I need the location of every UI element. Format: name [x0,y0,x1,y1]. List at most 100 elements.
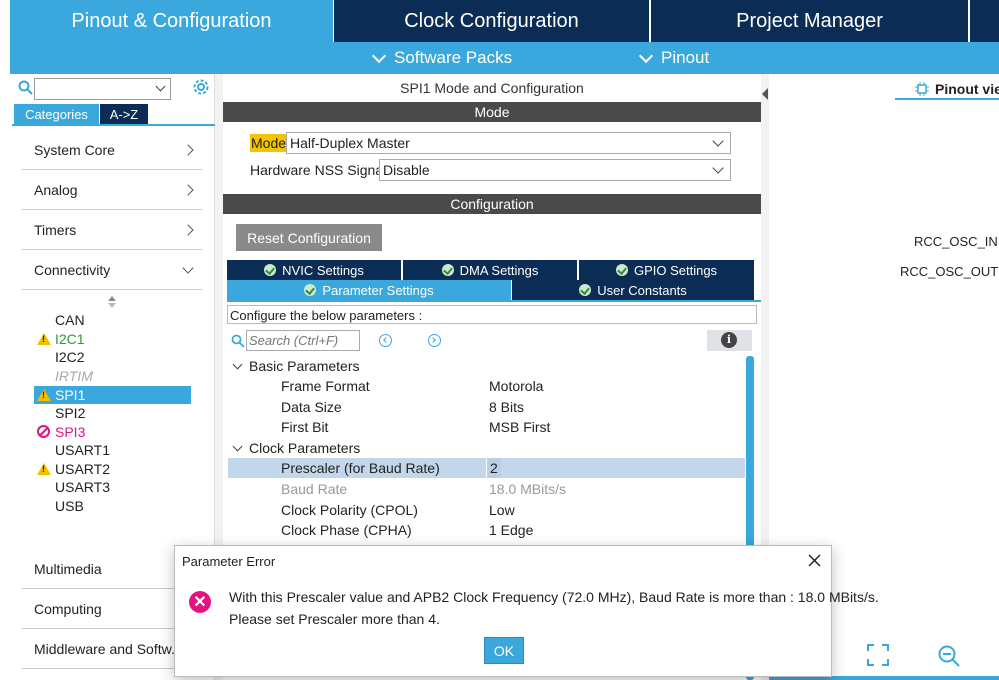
nav-label: Connectivity [34,261,111,278]
nss-value: Disable [383,162,430,178]
fit-screen-icon[interactable] [867,644,889,666]
pinout-label: Pinout [661,48,710,67]
search-combo[interactable] [34,78,171,100]
chevron-right-icon [182,143,194,156]
param-value[interactable]: 2 [486,458,501,478]
peripheral-usart1[interactable]: USART1 [34,441,191,459]
param-name: Prescaler (for Baud Rate) [281,460,440,476]
param-value: 1 Edge [489,522,534,538]
param-first-bit[interactable]: First Bit MSB First [228,417,745,437]
pane-title: SPI1 Mode and Configuration [400,80,584,96]
peripheral-i2c2[interactable]: I2C2 [34,348,191,366]
parameter-error-dialog: Parameter Error ✕ With this Prescaler va… [174,545,879,677]
param-prescaler[interactable]: Prescaler (for Baud Rate) 2 [228,458,745,478]
peripheral-spi2[interactable]: SPI2 [34,404,191,422]
nss-select[interactable]: Disable [379,159,731,181]
check-icon [304,284,317,296]
tab-parameter-settings[interactable]: Parameter Settings [227,280,511,300]
tab-tools[interactable] [970,0,999,42]
peripheral-label: USART1 [55,442,110,458]
peripheral-irtim[interactable]: IRTIM [34,367,191,385]
peripheral-label: I2C1 [55,331,85,347]
error-icon: ✕ [189,591,211,613]
param-name: Clock Polarity (CPOL) [281,502,418,518]
tab-label: DMA Settings [459,262,539,278]
peripheral-can[interactable]: CAN [34,311,191,329]
zoom-out-icon[interactable] [937,644,961,668]
mode-select[interactable]: Half-Duplex Master [286,132,731,154]
nav-label: Timers [34,221,77,238]
dialog-title: Parameter Error [182,554,276,569]
tab-clock-configuration[interactable]: Clock Configuration [334,0,649,42]
group-label: Clock Parameters [249,440,361,456]
check-icon [615,264,628,276]
param-data-size[interactable]: Data Size 8 Bits [228,397,745,417]
param-baud-rate[interactable]: Baud Rate 18.0 MBits/s [228,479,745,499]
nav-connectivity[interactable]: Connectivity [22,250,202,290]
chevron-down-icon [232,441,243,451]
mode-section-bar[interactable]: Mode [223,102,761,122]
tab-nvic-settings[interactable]: NVIC Settings [227,260,401,280]
pin-label-rcc-osc-out: RCC_OSC_OUT [900,264,999,279]
nav-label: System Core [34,141,115,158]
param-cpol[interactable]: Clock Polarity (CPOL) Low [228,500,745,520]
group-clock-parameters[interactable]: Clock Parameters [228,438,360,458]
forbidden-icon [37,425,50,438]
az-label: A->Z [109,106,139,122]
tab-label: User Constants [597,282,687,298]
tab-label: Pinout & Configuration [71,9,272,32]
chevron-down-icon [712,135,724,147]
collapse-arrow-icon[interactable] [762,88,768,100]
tab-gpio-settings[interactable]: GPIO Settings [579,260,754,280]
pinout-view-label: Pinout view [935,81,999,97]
tab-user-constants[interactable]: User Constants [512,280,754,300]
section-label: Mode [474,104,510,120]
pinout-menu[interactable]: Pinout [638,48,710,68]
tab-project-manager[interactable]: Project Manager [651,0,968,42]
next-icon[interactable] [428,334,441,347]
section-label: Configuration [450,196,534,212]
group-label: Basic Parameters [249,358,360,374]
chevron-right-icon [182,223,194,236]
categories-tab[interactable]: Categories [14,104,99,124]
info-button[interactable]: i [707,330,752,351]
nav-timers[interactable]: Timers [22,210,202,250]
peripheral-spi3[interactable]: SPI3 [34,423,191,441]
peripheral-spi1[interactable]: SPI1 [34,386,191,404]
param-name: Baud Rate [281,481,348,497]
ok-button[interactable]: OK [484,637,524,664]
configuration-section-bar[interactable]: Configuration [223,194,761,214]
peripheral-label: USART3 [55,479,110,495]
mode-label: Mode [250,134,288,152]
nav-analog[interactable]: Analog [22,170,202,210]
group-basic-parameters[interactable]: Basic Parameters [228,356,359,376]
peripheral-usart3[interactable]: USART3 [34,478,191,496]
tab-label: NVIC Settings [282,262,364,278]
az-tab[interactable]: A->Z [100,104,148,124]
close-icon[interactable] [808,554,821,567]
previous-icon[interactable] [379,334,392,347]
peripheral-usart2[interactable]: USART2 [34,460,191,478]
nav-system-core[interactable]: System Core [22,130,202,170]
software-packs-menu[interactable]: Software Packs [371,48,512,68]
param-value: MSB First [489,419,551,435]
button-label: Reset Configuration [247,229,371,246]
search-icon[interactable] [18,80,34,96]
tab-label: GPIO Settings [633,262,718,278]
tab-pinout-configuration[interactable]: Pinout & Configuration [10,0,333,42]
dialog-message-line1: With this Prescaler value and APB2 Clock… [229,589,879,605]
dialog-message-line2: Please set Prescaler more than 4. [229,611,440,627]
nav-label: Multimedia [34,560,102,577]
peripheral-usb[interactable]: USB [34,497,191,515]
param-frame-format[interactable]: Frame Format Motorola [228,376,745,396]
tab-dma-settings[interactable]: DMA Settings [403,260,577,280]
check-icon [264,264,277,276]
gear-icon[interactable] [192,78,210,96]
tab-underline [227,300,761,302]
param-name: Frame Format [281,378,370,394]
pinout-view-tab[interactable]: Pinout view [895,80,999,100]
search-input[interactable] [246,330,360,351]
param-cpha[interactable]: Clock Phase (CPHA) 1 Edge [228,520,745,540]
peripheral-i2c1[interactable]: I2C1 [34,330,191,348]
reset-configuration-button[interactable]: Reset Configuration [236,224,382,251]
